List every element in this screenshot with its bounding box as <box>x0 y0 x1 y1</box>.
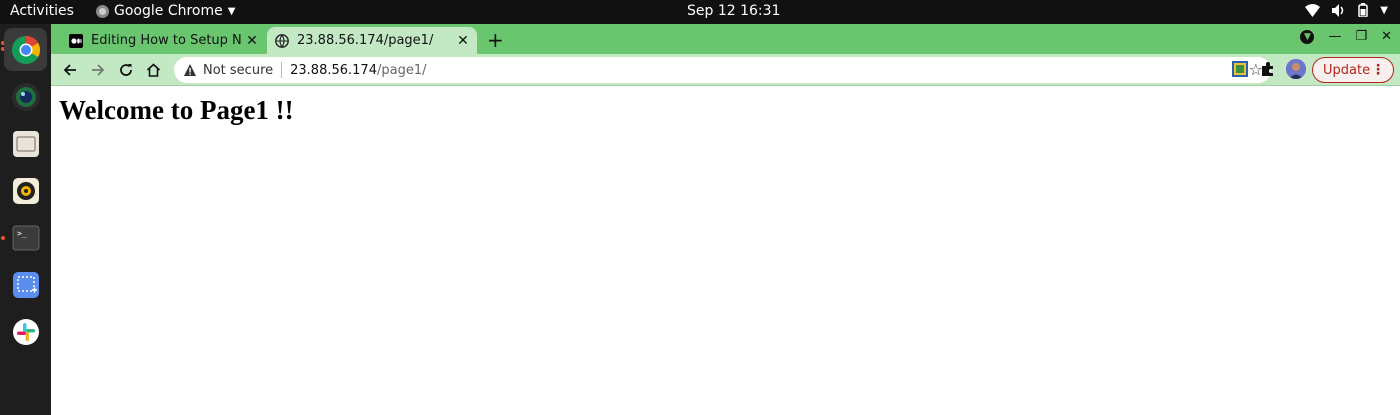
chrome-small-icon <box>96 4 109 18</box>
page-heading: Welcome to Page1 !! <box>59 95 294 125</box>
extension-image-icon[interactable] <box>1231 60 1249 78</box>
caret-down-icon: ▼ <box>1380 4 1388 16</box>
tab-title: Editing How to Setup Ngi <box>91 33 242 48</box>
dock-chrome[interactable] <box>4 28 47 71</box>
url-host: 23.88.56.174 <box>290 62 377 78</box>
page-viewport: Welcome to Page1 !! <box>51 87 1400 415</box>
battery-icon <box>1358 3 1369 17</box>
dock-screenshot[interactable] <box>4 263 47 306</box>
dock: >_ <box>0 24 51 415</box>
slack-icon <box>12 318 39 345</box>
reload-icon <box>120 64 132 76</box>
system-top-bar: Activities Google Chrome ▼ Sep 12 16:31 … <box>0 0 1400 24</box>
medium-icon <box>69 33 83 48</box>
window-controls: ▼ — ❐ ✕ <box>1300 29 1392 44</box>
dock-terminal[interactable]: >_ <box>4 216 47 259</box>
app-menu-label: Google Chrome <box>114 3 223 19</box>
tab-title: 23.88.56.174/page1/ <box>297 33 434 48</box>
profile-avatar[interactable] <box>1286 59 1306 79</box>
tab-search-icon[interactable]: ▼ <box>1300 29 1315 44</box>
update-button[interactable]: Update ⋮ <box>1312 57 1394 83</box>
files-icon <box>12 130 39 157</box>
kebab-menu-icon: ⋮ <box>1371 62 1385 78</box>
chrome-icon <box>11 35 40 64</box>
close-window-icon[interactable]: ✕ <box>1381 29 1392 44</box>
clock[interactable]: Sep 12 16:31 <box>687 3 780 19</box>
tab-editing[interactable]: Editing How to Setup Ngi ✕ <box>61 27 266 54</box>
svg-text:>_: >_ <box>17 229 27 238</box>
new-tab-button[interactable]: + <box>487 28 504 52</box>
home-button[interactable] <box>142 59 164 81</box>
dock-files[interactable] <box>4 122 47 165</box>
address-bar[interactable]: Not secure 23.88.56.174/page1/ ☆ <box>174 57 1271 83</box>
rhythmbox-icon <box>12 177 39 204</box>
forward-button[interactable] <box>87 59 109 81</box>
globe-icon <box>275 33 289 48</box>
forward-arrow-icon <box>92 64 105 76</box>
activities-button[interactable]: Activities <box>10 3 74 19</box>
minimize-icon[interactable]: — <box>1328 29 1341 44</box>
camera-icon <box>11 82 40 111</box>
security-label[interactable]: Not secure <box>203 63 273 78</box>
back-button[interactable] <box>59 59 81 81</box>
volume-icon <box>1332 3 1344 17</box>
app-menu[interactable]: Google Chrome ▼ <box>96 3 235 19</box>
screenshot-icon <box>12 271 39 298</box>
toolbar: Not secure 23.88.56.174/page1/ ☆ Update … <box>51 54 1400 86</box>
wifi-icon <box>1305 3 1321 17</box>
home-icon <box>146 63 160 77</box>
update-label: Update <box>1323 62 1371 78</box>
close-icon[interactable]: ✕ <box>453 33 473 49</box>
divider <box>281 62 283 78</box>
tab-strip: Editing How to Setup Ngi ✕ 23.88.56.174/… <box>51 24 1400 54</box>
warning-icon <box>184 64 196 76</box>
puzzle-extensions-icon[interactable] <box>1259 60 1277 78</box>
back-arrow-icon <box>63 64 76 76</box>
dock-rhythmbox[interactable] <box>4 169 47 212</box>
dock-camera[interactable] <box>4 75 47 118</box>
reload-button[interactable] <box>115 59 137 81</box>
terminal-icon: >_ <box>12 225 39 250</box>
system-tray[interactable]: ▼ <box>1305 3 1388 17</box>
close-icon[interactable]: ✕ <box>242 33 262 49</box>
avatar-icon <box>1286 59 1306 79</box>
url-path: /page1/ <box>376 62 427 78</box>
dock-slack[interactable] <box>4 310 47 353</box>
tab-page1[interactable]: 23.88.56.174/page1/ ✕ <box>267 27 477 54</box>
caret-down-icon: ▼ <box>227 5 236 17</box>
maximize-icon[interactable]: ❐ <box>1355 29 1367 44</box>
